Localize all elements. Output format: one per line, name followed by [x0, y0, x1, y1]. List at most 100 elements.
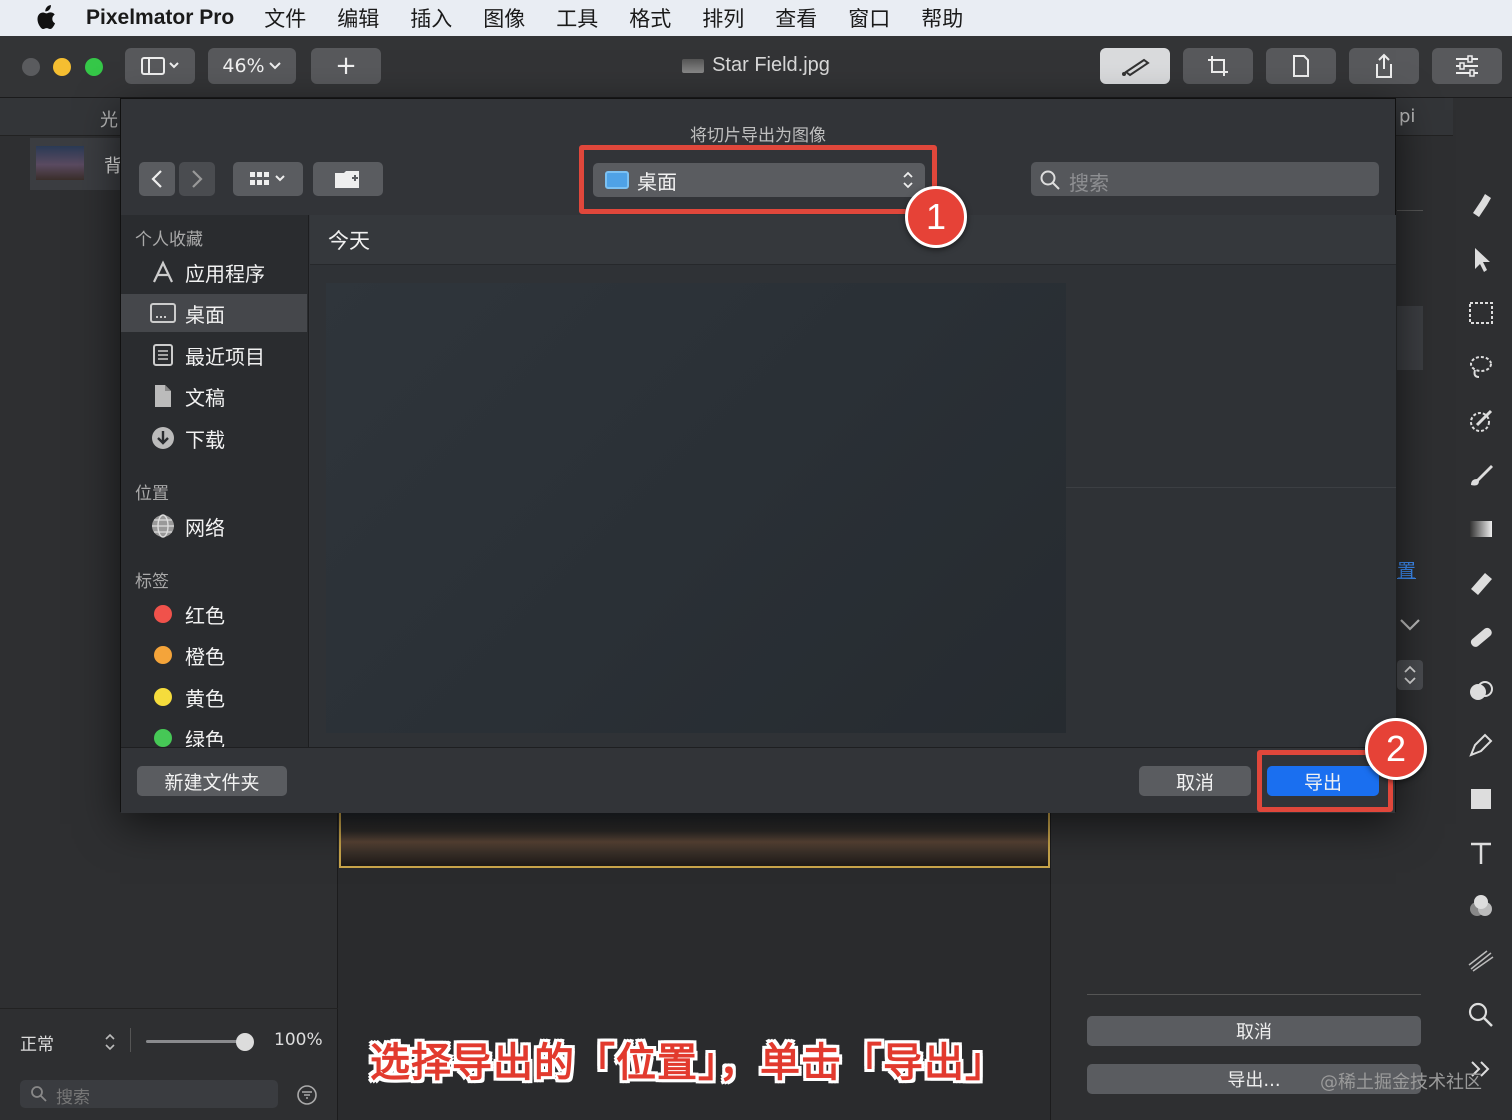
opacity-slider-thumb[interactable]	[236, 1033, 254, 1051]
filter-icon[interactable]	[296, 1084, 318, 1106]
view-mode-button[interactable]	[233, 162, 303, 196]
distort-tool-icon[interactable]	[1466, 946, 1496, 976]
updown-chevron-icon[interactable]	[104, 1032, 116, 1052]
clone-tool-icon[interactable]	[1466, 676, 1496, 706]
menu-view[interactable]: 查看	[775, 3, 817, 33]
grid-icon	[250, 172, 285, 185]
share-button[interactable]	[1349, 48, 1419, 84]
sidebar-tag-yellow[interactable]: 黄色	[121, 678, 307, 716]
divider	[1397, 210, 1423, 211]
dialog-search-field[interactable]: 搜索	[1031, 162, 1379, 196]
annotation-caption: 选择导出的「位置」，单击「导出」	[370, 1040, 1006, 1086]
sidebar-tag-green[interactable]: 绿色	[121, 719, 307, 747]
color-adjust-tool-icon[interactable]	[1466, 892, 1496, 922]
favorites-header: 个人收藏	[135, 230, 203, 250]
menubar: Pixelmator Pro 文件 编辑 插入 图像 工具 格式 排列 查看 窗…	[0, 0, 1512, 36]
gradient-tool-icon[interactable]	[1466, 514, 1496, 544]
arrange-tool-icon[interactable]	[1466, 244, 1496, 274]
blend-mode-select[interactable]: 正常	[20, 1030, 54, 1055]
canvas-image[interactable]	[339, 812, 1050, 868]
documents-icon	[149, 382, 177, 410]
menu-window[interactable]: 窗口	[848, 3, 890, 33]
apple-icon[interactable]	[34, 5, 56, 31]
divider	[0, 1008, 338, 1009]
locations-header: 位置	[135, 484, 169, 504]
orange-tag-dot-icon	[154, 646, 172, 664]
eraser-tool-icon[interactable]	[1466, 568, 1496, 598]
file-preview-area[interactable]	[326, 283, 1066, 733]
panel-tab-fragment[interactable]: 光	[100, 106, 118, 132]
divider	[1066, 487, 1396, 488]
desktop-icon	[149, 299, 177, 327]
menu-arrange[interactable]: 排列	[702, 3, 744, 33]
page-icon	[1293, 55, 1309, 77]
sliders-icon	[1456, 55, 1478, 77]
forward-button[interactable]	[179, 162, 215, 196]
applications-icon	[149, 258, 177, 286]
magic-wand-tool-icon[interactable]	[1466, 406, 1496, 436]
inspector-control[interactable]	[1397, 306, 1423, 370]
menu-edit[interactable]: 编辑	[337, 3, 379, 33]
red-tag-dot-icon	[154, 605, 172, 623]
document-button[interactable]	[1266, 48, 1336, 84]
cancel-button[interactable]: 取消	[1139, 766, 1251, 796]
crop-button[interactable]	[1183, 48, 1253, 84]
file-thumbnail-icon	[682, 58, 705, 73]
zoom-tool-icon[interactable]	[1466, 1000, 1496, 1030]
menu-tools[interactable]: 工具	[556, 3, 598, 33]
inspector-link[interactable]: 置	[1397, 556, 1416, 583]
search-icon	[31, 1086, 47, 1102]
divider	[1087, 994, 1421, 995]
pen-tool-icon[interactable]	[1466, 730, 1496, 760]
search-placeholder: 搜索	[56, 1088, 90, 1108]
back-button[interactable]	[139, 162, 175, 196]
tools-paintbrush-button[interactable]	[1100, 48, 1170, 84]
recents-icon	[149, 341, 177, 369]
lasso-tool-icon[interactable]	[1466, 352, 1496, 382]
style-tool-icon[interactable]	[1466, 190, 1496, 220]
sidebar-item-downloads[interactable]: 下载	[121, 419, 307, 457]
menu-image[interactable]: 图像	[483, 3, 525, 33]
network-globe-icon	[149, 512, 177, 540]
sidebar-item-network[interactable]: 网络	[121, 507, 307, 545]
menu-file[interactable]: 文件	[264, 3, 306, 33]
app-menu[interactable]: Pixelmator Pro	[86, 6, 234, 30]
inspector-cancel-button[interactable]: 取消	[1087, 1016, 1421, 1046]
sidebar-tag-red[interactable]: 红色	[121, 595, 307, 633]
search-placeholder: 搜索	[1069, 171, 1109, 195]
rectangle-select-tool-icon[interactable]	[1466, 298, 1496, 328]
opacity-slider-track[interactable]	[146, 1040, 246, 1043]
sidebar-item-recents[interactable]: 最近项目	[121, 336, 307, 374]
repair-tool-icon[interactable]	[1466, 622, 1496, 652]
stepper-control[interactable]	[1397, 660, 1423, 690]
annotation-box-location	[579, 145, 937, 214]
sidebar-tag-orange[interactable]: 橙色	[121, 636, 307, 674]
sidebar-item-documents[interactable]: 文稿	[121, 377, 307, 415]
adjustments-button[interactable]	[1432, 48, 1502, 84]
layer-thumbnail	[36, 146, 84, 180]
sidebar-item-applications[interactable]: 应用程序	[121, 253, 307, 291]
dialog-footer: 新建文件夹 取消 导出	[121, 747, 1395, 813]
chevron-right-icon	[192, 170, 203, 188]
shape-tool-icon[interactable]	[1466, 784, 1496, 814]
new-folder-button[interactable]: 新建文件夹	[137, 766, 287, 796]
annotation-badge-1: 1	[905, 186, 967, 248]
menu-format[interactable]: 格式	[629, 3, 671, 33]
yellow-tag-dot-icon	[154, 688, 172, 706]
crop-icon	[1208, 56, 1228, 76]
finder-sidebar: 个人收藏 应用程序 桌面 最近项目 文稿 下载 位置 网络 标签 红色 橙色 黄…	[121, 215, 309, 747]
group-header-today: 今天	[310, 215, 1396, 265]
layers-search-field[interactable]: 搜索	[20, 1080, 278, 1108]
annotation-badge-2: 2	[1365, 718, 1427, 780]
updown-chevron-icon	[1404, 665, 1416, 685]
window-toolbar: 46% + Star Field.jpg	[0, 36, 1512, 98]
chevron-down-icon[interactable]	[1399, 618, 1421, 632]
new-folder-toolbar-button[interactable]	[313, 162, 383, 196]
chevron-left-icon	[151, 170, 162, 188]
tools-strip	[1452, 180, 1512, 1080]
sidebar-item-desktop[interactable]: 桌面	[121, 294, 307, 332]
menu-insert[interactable]: 插入	[410, 3, 452, 33]
type-tool-icon[interactable]	[1466, 838, 1496, 868]
paint-tool-icon[interactable]	[1466, 460, 1496, 490]
menu-help[interactable]: 帮助	[921, 3, 963, 33]
